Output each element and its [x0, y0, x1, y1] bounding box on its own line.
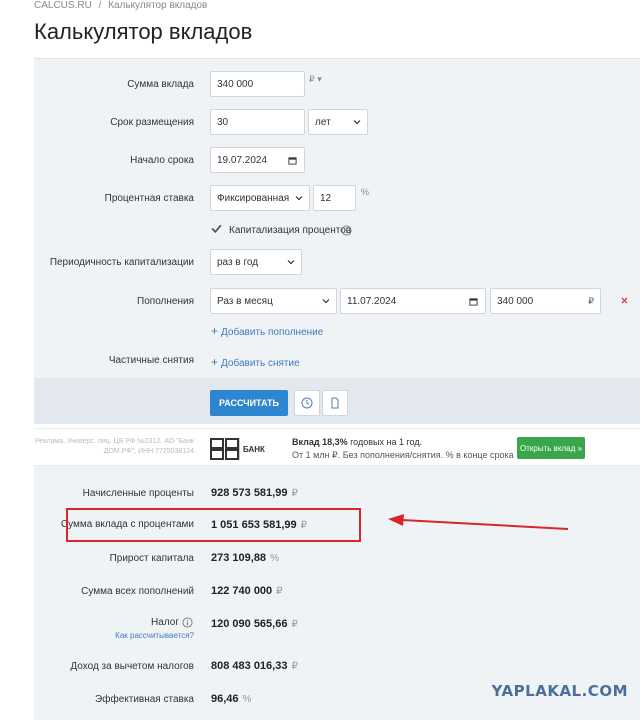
result-number: 273 109,88 [211, 552, 267, 564]
breadcrumb-separator: / [98, 0, 102, 11]
checkmark-icon[interactable] [211, 223, 222, 234]
watermark: YAPLAKAL.COM [491, 682, 628, 700]
term-unit-value: лет [315, 116, 331, 128]
ad-subtitle: От 1 млн ₽. Без пополнения/снятия. % в к… [292, 450, 514, 460]
close-icon[interactable] [621, 297, 628, 304]
result-number: 120 090 565,66 [211, 618, 288, 630]
ad-title-prefix: Вклад [292, 437, 323, 447]
replenishment-date-input[interactable]: 11.07.2024 [340, 288, 486, 314]
rate-input[interactable]: 12 [313, 185, 356, 211]
breadcrumb-home[interactable]: CALCUS.RU [34, 0, 92, 11]
breadcrumb-current: Калькулятор вкладов [108, 0, 208, 11]
result-label: Эффективная ставка [95, 694, 194, 705]
periodicity-select[interactable]: раз в год [210, 249, 302, 275]
rate-label: Процентная ставка [104, 193, 194, 204]
deposit-sum-label: Сумма вклада [127, 79, 194, 90]
deposit-sum-input[interactable]: 340 000 [210, 71, 305, 97]
calendar-icon[interactable] [288, 156, 297, 165]
calculator-form [34, 58, 640, 378]
periodicity-label: Периодичность капитализации [49, 257, 194, 268]
ad-title-suffix: годовых на 1 год. [347, 437, 423, 447]
result-number: 808 483 016,33 [211, 660, 288, 672]
result-value: 96,46% [211, 693, 251, 705]
breadcrumb: CALCUS.RU / Калькулятор вкладов [34, 0, 207, 11]
history-button[interactable] [294, 390, 320, 416]
ad-title: Вклад 18,3% годовых на 1 год. [292, 437, 422, 447]
chevron-down-icon [322, 299, 330, 304]
clock-icon [301, 397, 313, 409]
ad-bank-label: БАНК [243, 445, 265, 454]
term-input[interactable]: 30 [210, 109, 305, 135]
add-withdrawal-label: Добавить снятие [221, 358, 300, 369]
dom-rf-logo [210, 438, 239, 460]
plus-icon: + [211, 355, 219, 369]
calendar-icon[interactable] [469, 297, 478, 306]
replenishment-date-value: 11.07.2024 [347, 295, 397, 307]
info-icon[interactable] [341, 225, 352, 236]
start-label: Начало срока [130, 155, 194, 166]
logo-divider [239, 438, 240, 460]
result-unit: ₽ [291, 488, 298, 499]
result-number: 928 573 581,99 [211, 487, 288, 499]
withdrawals-label: Частичные снятия [108, 355, 194, 366]
periodicity-value: раз в год [217, 256, 259, 268]
term-label: Срок размещения [110, 117, 194, 128]
info-icon[interactable] [182, 617, 193, 628]
result-value: 928 573 581,99 ₽ [211, 487, 298, 499]
result-label: Налог [151, 617, 179, 628]
result-unit: % [270, 553, 279, 564]
result-unit: % [242, 694, 252, 705]
result-value: 273 109,88% [211, 552, 279, 564]
capitalization-checkbox-label[interactable]: Капитализация процентов [229, 225, 351, 236]
document-button[interactable] [322, 390, 348, 416]
rate-type-value: Фиксированная [217, 192, 290, 204]
result-number: 96,46 [211, 693, 239, 705]
calculate-button[interactable]: РАССЧИТАТЬ [210, 390, 288, 416]
replenishment-amount-value: 340 000 [497, 295, 534, 307]
start-date-input[interactable]: 19.07.2024 [210, 147, 305, 173]
term-unit-select[interactable]: лет [308, 109, 368, 135]
result-unit: ₽ [291, 619, 298, 630]
add-replenishment-link[interactable]: + Добавить пополнение [211, 324, 323, 338]
replenishment-frequency-select[interactable]: Раз в месяц [210, 288, 337, 314]
tax-explanation-link[interactable]: Как рассчитывается? [34, 631, 194, 640]
start-date-value: 19.07.2024 [217, 154, 268, 166]
result-label: Доход за вычетом налогов [70, 661, 194, 672]
currency-select[interactable]: ₽ ▾ [309, 74, 322, 85]
add-replenishment-label: Добавить пополнение [221, 327, 324, 338]
open-deposit-button[interactable]: Открыть вклад » [517, 437, 585, 459]
result-number: 122 740 000 [211, 585, 273, 597]
page-title: Калькулятор вкладов [34, 19, 253, 44]
highlight-box [66, 508, 361, 542]
chevron-down-icon [295, 196, 303, 201]
result-label: Начисленные проценты [82, 488, 194, 499]
ad-legal-text: Реклама. Универс. лиц. ЦБ РФ №2312. АО "… [35, 438, 194, 455]
replenishment-amount-input[interactable]: 340 000 ₽ [490, 288, 601, 314]
result-label: Прирост капитала [109, 553, 194, 564]
plus-icon: + [211, 324, 219, 338]
add-withdrawal-link[interactable]: + Добавить снятие [211, 355, 300, 369]
chevron-down-icon [353, 120, 361, 125]
rate-type-select[interactable]: Фиксированная [210, 185, 310, 211]
result-unit: ₽ [291, 661, 298, 672]
rate-unit: % [361, 187, 370, 197]
replenishment-currency: ₽ [588, 296, 594, 306]
document-icon [331, 397, 339, 409]
result-value: 122 740 000 ₽ [211, 585, 283, 597]
result-label: Сумма всех пополнений [81, 586, 194, 597]
chevron-down-icon [287, 260, 295, 265]
replenishment-label: Пополнения [137, 296, 194, 307]
replenishment-frequency-value: Раз в месяц [217, 295, 273, 307]
ad-rate: 18,3% [322, 437, 348, 447]
ad-banner: Реклама. Универс. лиц. ЦБ РФ №2312. АО "… [34, 428, 640, 466]
result-unit: ₽ [276, 586, 283, 597]
result-value: 808 483 016,33 ₽ [211, 660, 298, 672]
result-value: 120 090 565,66 ₽ [211, 618, 298, 630]
